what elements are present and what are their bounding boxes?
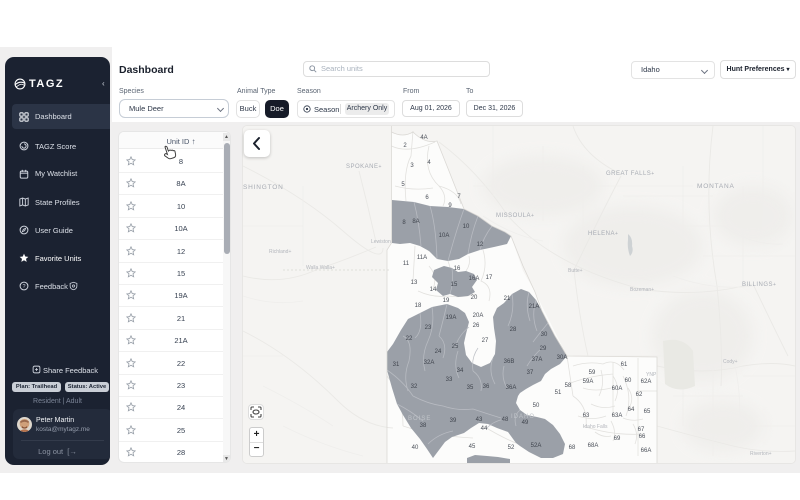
svg-text:11: 11 bbox=[403, 261, 410, 267]
svg-text:Walla Walla+: Walla Walla+ bbox=[306, 265, 335, 271]
svg-text:32: 32 bbox=[411, 384, 418, 390]
svg-text:19: 19 bbox=[443, 298, 450, 304]
svg-text:Butte+: Butte+ bbox=[568, 268, 583, 274]
svg-text:27: 27 bbox=[482, 338, 489, 344]
svg-text:48: 48 bbox=[502, 417, 509, 423]
svg-text:28: 28 bbox=[510, 327, 517, 333]
svg-text:59A: 59A bbox=[583, 379, 594, 385]
svg-text:Richland+: Richland+ bbox=[269, 249, 291, 255]
svg-text:43: 43 bbox=[476, 417, 483, 423]
svg-text:Bozeman+: Bozeman+ bbox=[630, 287, 654, 293]
svg-text:29: 29 bbox=[540, 346, 547, 352]
svg-text:20A: 20A bbox=[473, 313, 484, 319]
svg-text:33: 33 bbox=[446, 377, 453, 383]
svg-text:8A: 8A bbox=[412, 219, 419, 225]
svg-text:16: 16 bbox=[454, 266, 461, 272]
svg-text:25: 25 bbox=[452, 344, 459, 350]
svg-text:59: 59 bbox=[589, 370, 596, 376]
svg-text:37: 37 bbox=[527, 370, 534, 376]
svg-text:45: 45 bbox=[469, 444, 476, 450]
svg-text:20: 20 bbox=[471, 295, 478, 301]
svg-text:31: 31 bbox=[393, 362, 400, 368]
svg-text:26: 26 bbox=[473, 323, 480, 329]
svg-text:YNP: YNP bbox=[646, 372, 657, 378]
svg-text:19A: 19A bbox=[446, 315, 457, 321]
svg-text:39: 39 bbox=[450, 418, 457, 424]
svg-text:SHINGTON: SHINGTON bbox=[243, 184, 284, 191]
svg-text:SPOKANE+: SPOKANE+ bbox=[346, 164, 382, 170]
svg-text:BILLINGS+: BILLINGS+ bbox=[742, 282, 776, 288]
svg-text:13: 13 bbox=[411, 280, 418, 286]
svg-text:10A: 10A bbox=[439, 233, 450, 239]
svg-text:BOISE: BOISE bbox=[408, 416, 431, 422]
svg-text:21: 21 bbox=[504, 296, 511, 302]
svg-text:65: 65 bbox=[644, 409, 651, 415]
svg-text:11A: 11A bbox=[417, 255, 427, 261]
svg-text:68: 68 bbox=[569, 445, 576, 451]
svg-text:66A: 66A bbox=[641, 448, 652, 454]
svg-text:HELENA+: HELENA+ bbox=[588, 231, 618, 237]
svg-text:63: 63 bbox=[583, 413, 590, 419]
svg-text:?: ? bbox=[22, 284, 25, 290]
svg-text:30A: 30A bbox=[557, 355, 568, 361]
svg-text:22: 22 bbox=[406, 336, 413, 342]
svg-text:30: 30 bbox=[541, 332, 548, 338]
svg-text:Cody+: Cody+ bbox=[723, 359, 738, 365]
svg-text:Riverton+: Riverton+ bbox=[750, 451, 772, 457]
svg-text:61: 61 bbox=[621, 362, 628, 368]
svg-text:18: 18 bbox=[415, 303, 422, 309]
svg-text:4A: 4A bbox=[420, 135, 427, 141]
svg-text:62A: 62A bbox=[641, 379, 652, 385]
svg-text:36A: 36A bbox=[506, 385, 517, 391]
svg-text:16A: 16A bbox=[469, 276, 480, 282]
svg-text:15: 15 bbox=[451, 282, 458, 288]
svg-text:64: 64 bbox=[628, 407, 635, 413]
svg-text:14: 14 bbox=[430, 287, 437, 293]
svg-text:GREAT FALLS+: GREAT FALLS+ bbox=[606, 171, 655, 177]
svg-text:Lewiston: Lewiston bbox=[371, 239, 391, 245]
svg-text:32A: 32A bbox=[424, 360, 435, 366]
svg-text:66: 66 bbox=[639, 434, 646, 440]
svg-text:12: 12 bbox=[477, 242, 484, 248]
svg-text:MONTANA: MONTANA bbox=[697, 183, 735, 190]
svg-text:36: 36 bbox=[483, 384, 490, 390]
svg-text:36B: 36B bbox=[504, 359, 515, 365]
svg-text:34: 34 bbox=[457, 368, 464, 374]
svg-text:51: 51 bbox=[555, 390, 562, 396]
svg-text:24: 24 bbox=[435, 349, 442, 355]
svg-text:37A: 37A bbox=[532, 357, 543, 363]
svg-text:69: 69 bbox=[614, 436, 621, 442]
svg-text:67: 67 bbox=[638, 427, 645, 433]
svg-text:44: 44 bbox=[481, 426, 488, 432]
svg-text:35: 35 bbox=[467, 385, 474, 391]
svg-text:10: 10 bbox=[463, 224, 470, 230]
svg-text:63A: 63A bbox=[612, 413, 623, 419]
svg-text:60: 60 bbox=[625, 378, 632, 384]
svg-text:52A: 52A bbox=[531, 443, 542, 449]
svg-text:52: 52 bbox=[508, 445, 515, 451]
svg-text:17: 17 bbox=[486, 275, 493, 281]
svg-text:49: 49 bbox=[522, 420, 529, 426]
svg-text:40: 40 bbox=[412, 445, 419, 451]
svg-text:21A: 21A bbox=[529, 304, 540, 310]
svg-text:Idaho Falls: Idaho Falls bbox=[583, 424, 608, 430]
svg-text:50: 50 bbox=[533, 403, 540, 409]
svg-text:MISSOULA+: MISSOULA+ bbox=[496, 213, 534, 219]
svg-text:62: 62 bbox=[636, 392, 643, 398]
svg-text:60A: 60A bbox=[612, 386, 623, 392]
svg-text:38: 38 bbox=[420, 423, 427, 429]
svg-text:68A: 68A bbox=[588, 443, 599, 449]
svg-text:58: 58 bbox=[565, 383, 572, 389]
svg-text:23: 23 bbox=[425, 325, 432, 331]
